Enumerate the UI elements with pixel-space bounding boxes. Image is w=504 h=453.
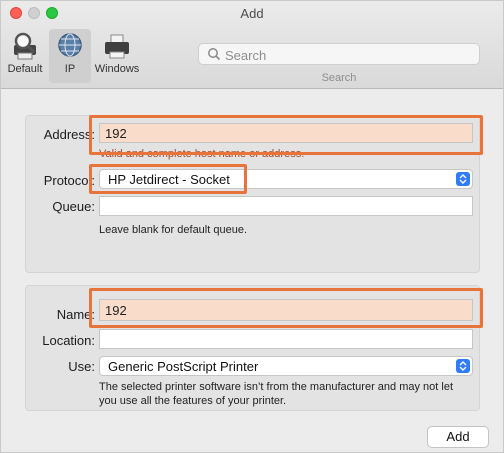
queue-hint: Leave blank for default queue.	[99, 224, 248, 236]
protocol-select[interactable]: HP Jetdirect - Socket	[99, 169, 473, 189]
toolbar: Add Default IP Windows Search Search	[1, 1, 503, 89]
toolbar-ip-label: IP	[64, 63, 76, 75]
location-label: Location:	[42, 333, 95, 348]
search-icon	[207, 47, 221, 61]
use-select[interactable]: Generic PostScript Printer	[99, 356, 473, 376]
toolbar-windows-label: Windows	[94, 63, 140, 75]
toolbar-windows-button[interactable]: Windows	[91, 29, 143, 75]
protocol-value: HP Jetdirect - Socket	[108, 172, 230, 187]
magnifier-printer-icon	[8, 29, 42, 63]
toolbar-default-label: Default	[7, 63, 43, 75]
toolbar-ip-button[interactable]: IP	[49, 29, 91, 83]
name-field[interactable]	[99, 299, 473, 321]
use-note: The selected printer software isn’t from…	[99, 381, 453, 407]
toolbar-default-button[interactable]: Default	[5, 29, 45, 75]
chevron-updown-icon	[456, 359, 470, 373]
globe-icon	[53, 29, 87, 63]
printer-icon	[100, 29, 134, 63]
queue-field[interactable]	[99, 196, 473, 216]
add-button[interactable]: Add	[427, 426, 489, 448]
search-caption: Search	[321, 72, 357, 84]
use-value: Generic PostScript Printer	[108, 359, 259, 374]
search-input[interactable]	[223, 45, 477, 65]
window-title: Add	[240, 6, 264, 21]
queue-label: Queue:	[52, 199, 95, 214]
use-label: Use:	[68, 359, 95, 374]
address-field[interactable]	[99, 123, 473, 143]
address-hint: Valid and complete host name or address.	[99, 148, 305, 160]
location-field[interactable]	[99, 329, 473, 349]
add-printer-window: Add Default IP Windows Search Search Add…	[0, 0, 504, 453]
chevron-updown-icon	[456, 172, 470, 186]
address-label: Address:	[43, 127, 95, 142]
name-label: Name:	[56, 307, 95, 322]
search-field[interactable]	[198, 43, 480, 65]
protocol-label: Protocol:	[43, 173, 95, 188]
